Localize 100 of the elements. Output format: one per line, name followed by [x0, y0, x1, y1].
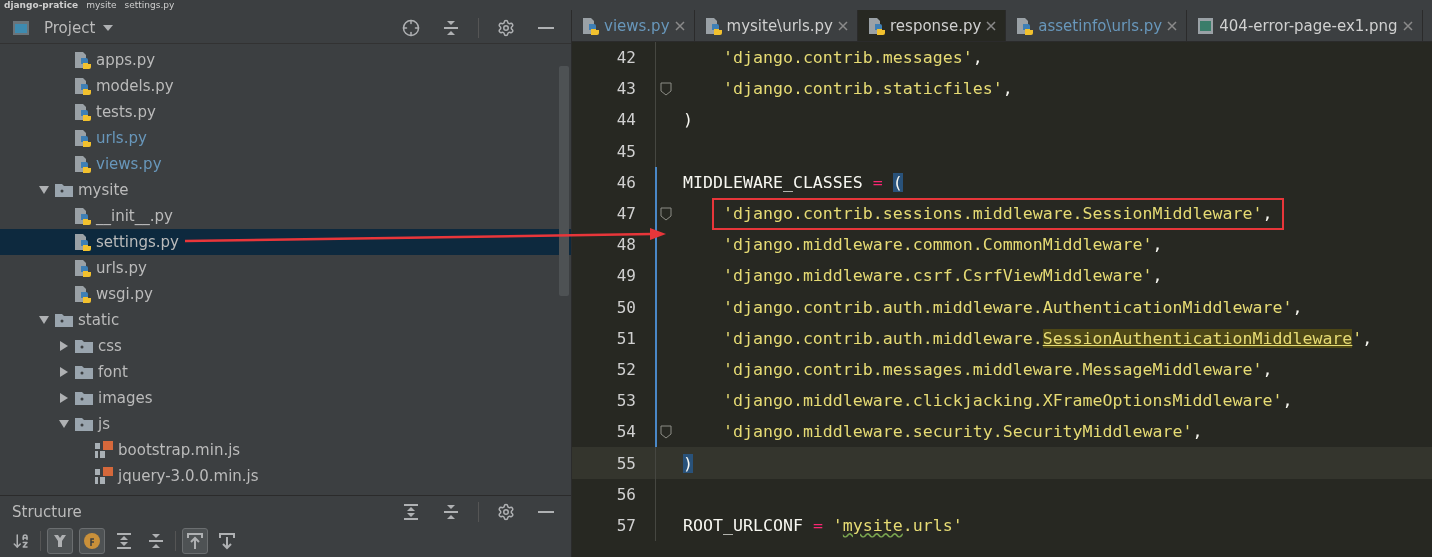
- fold-marker-icon[interactable]: [660, 206, 672, 221]
- code-text: ,: [1262, 359, 1273, 379]
- code-text: ROOT_URLCONF: [683, 515, 803, 535]
- tab-label: assetinfo\urls.py: [1038, 16, 1163, 35]
- toolbar-button[interactable]: [47, 528, 73, 554]
- editor-tab[interactable]: response.py: [858, 10, 1007, 41]
- dropdown-caret-icon[interactable]: [103, 23, 114, 32]
- file-name[interactable]: views.py: [96, 155, 162, 173]
- folder-name[interactable]: css: [98, 337, 122, 355]
- python-file-icon: [74, 102, 92, 122]
- expand-icon: [402, 502, 420, 521]
- folder-icon: [54, 182, 74, 198]
- python-file-icon: [74, 154, 92, 174]
- file-name[interactable]: settings.py: [96, 233, 179, 251]
- crosshair-icon: [402, 18, 420, 37]
- code-string: 'django.contrib.messages.middleware.MessageMiddleware': [721, 359, 1263, 379]
- panel-title[interactable]: Project: [44, 18, 96, 37]
- breadcrumb-item[interactable]: mysite: [86, 0, 117, 10]
- file-name[interactable]: urls.py: [96, 259, 147, 277]
- code-string: SessionAuthenticationMiddleware: [1042, 328, 1353, 348]
- folder-icon: [74, 390, 94, 406]
- code-text: (: [892, 172, 903, 192]
- line-number: 53: [615, 391, 636, 411]
- code-text: ,: [1362, 328, 1373, 348]
- code-string: 'django.middleware.csrf.CsrfViewMiddleware': [721, 266, 1153, 286]
- code-string: 'django.contrib.messages': [721, 48, 973, 68]
- folder-name[interactable]: mysite: [78, 181, 129, 199]
- expand-arrow-icon[interactable]: [58, 340, 70, 352]
- image-file-icon: [1197, 15, 1216, 36]
- collapse-arrow-icon[interactable]: [58, 418, 70, 430]
- file-name[interactable]: urls.py: [96, 129, 147, 147]
- expand-arrow-icon[interactable]: [58, 392, 70, 404]
- code-text: ,: [1292, 297, 1303, 317]
- code-text: =: [812, 515, 823, 535]
- folder-icon: [54, 312, 74, 328]
- code-text: ,: [972, 48, 983, 68]
- code-text: ,: [1152, 266, 1163, 286]
- collapse-arrow-icon[interactable]: [38, 184, 50, 196]
- code-string: ': [1352, 328, 1363, 348]
- python-file-icon: [704, 15, 723, 36]
- line-number: 57: [615, 515, 636, 535]
- code-text: =: [872, 172, 883, 192]
- scrollbar[interactable]: [559, 66, 569, 296]
- panel-title[interactable]: Structure: [12, 502, 82, 521]
- folder-icon: [74, 338, 94, 354]
- toolbar-button[interactable]: [79, 528, 105, 554]
- tab-label: response.py: [890, 16, 982, 35]
- folder-name[interactable]: images: [98, 389, 153, 407]
- python-file-icon: [74, 232, 92, 252]
- window-icon: [12, 19, 30, 36]
- minimize-icon: [538, 510, 554, 513]
- code-string: 'django.middleware.clickjacking.XFrameOptionsMiddleware': [721, 391, 1283, 411]
- breadcrumb-item[interactable]: settings.py: [124, 0, 175, 10]
- folder-icon: [74, 416, 94, 432]
- code-text: ): [683, 453, 693, 473]
- close-icon[interactable]: [1401, 19, 1414, 32]
- python-file-icon: [74, 258, 92, 278]
- fold-marker-icon[interactable]: [660, 424, 672, 439]
- file-name[interactable]: wsgi.py: [96, 285, 153, 303]
- fold-marker-icon[interactable]: [660, 81, 672, 96]
- collapse-arrow-icon[interactable]: [38, 314, 50, 326]
- fork-icon: [52, 533, 68, 549]
- file-name[interactable]: jquery-3.0.0.min.js: [118, 467, 259, 485]
- javascript-file-icon: [94, 440, 114, 460]
- python-file-icon: [74, 206, 92, 226]
- code-text: ): [683, 110, 693, 130]
- python-file-icon: [1016, 15, 1035, 36]
- code-text: ,: [1262, 204, 1273, 224]
- line-number: 43: [615, 79, 636, 99]
- line-number: 47: [615, 204, 636, 224]
- folder-name[interactable]: static: [78, 311, 120, 329]
- line-number: 50: [615, 297, 636, 317]
- file-name[interactable]: apps.py: [96, 51, 156, 69]
- folder-name[interactable]: font: [98, 363, 128, 381]
- minimize-icon: [538, 26, 554, 29]
- file-name[interactable]: __init__.py: [96, 207, 173, 225]
- line-number: 55: [615, 453, 636, 473]
- collapse-icon: [442, 502, 460, 521]
- file-name[interactable]: models.py: [96, 77, 174, 95]
- breadcrumb-item[interactable]: django-pratice: [4, 0, 79, 10]
- folder-name[interactable]: js: [98, 415, 110, 433]
- code-text: ,: [1192, 422, 1203, 442]
- expand-arrow-icon[interactable]: [58, 366, 70, 378]
- code-string: ': [832, 515, 843, 535]
- close-icon[interactable]: [1166, 19, 1179, 32]
- close-icon[interactable]: [673, 19, 686, 32]
- selected-tree-row[interactable]: settings.py: [0, 229, 571, 255]
- code-string: 'django.middleware.security.SecurityMiddleware': [721, 422, 1193, 442]
- line-number: 42: [615, 48, 636, 68]
- python-file-icon: [74, 76, 92, 96]
- code-string: 'django.contrib.sessions.middleware.SessionMiddleware': [721, 204, 1263, 224]
- tab-label: 404-error-page-ex1.png: [1219, 16, 1398, 35]
- close-icon[interactable]: [837, 19, 849, 32]
- python-file-icon: [74, 284, 92, 304]
- file-name[interactable]: tests.py: [96, 103, 156, 121]
- line-number: 46: [615, 172, 636, 192]
- toolbar-button[interactable]: [182, 528, 208, 554]
- file-name[interactable]: bootstrap.min.js: [118, 441, 241, 459]
- expand-all-icon: [115, 532, 133, 550]
- close-icon[interactable]: [985, 19, 998, 32]
